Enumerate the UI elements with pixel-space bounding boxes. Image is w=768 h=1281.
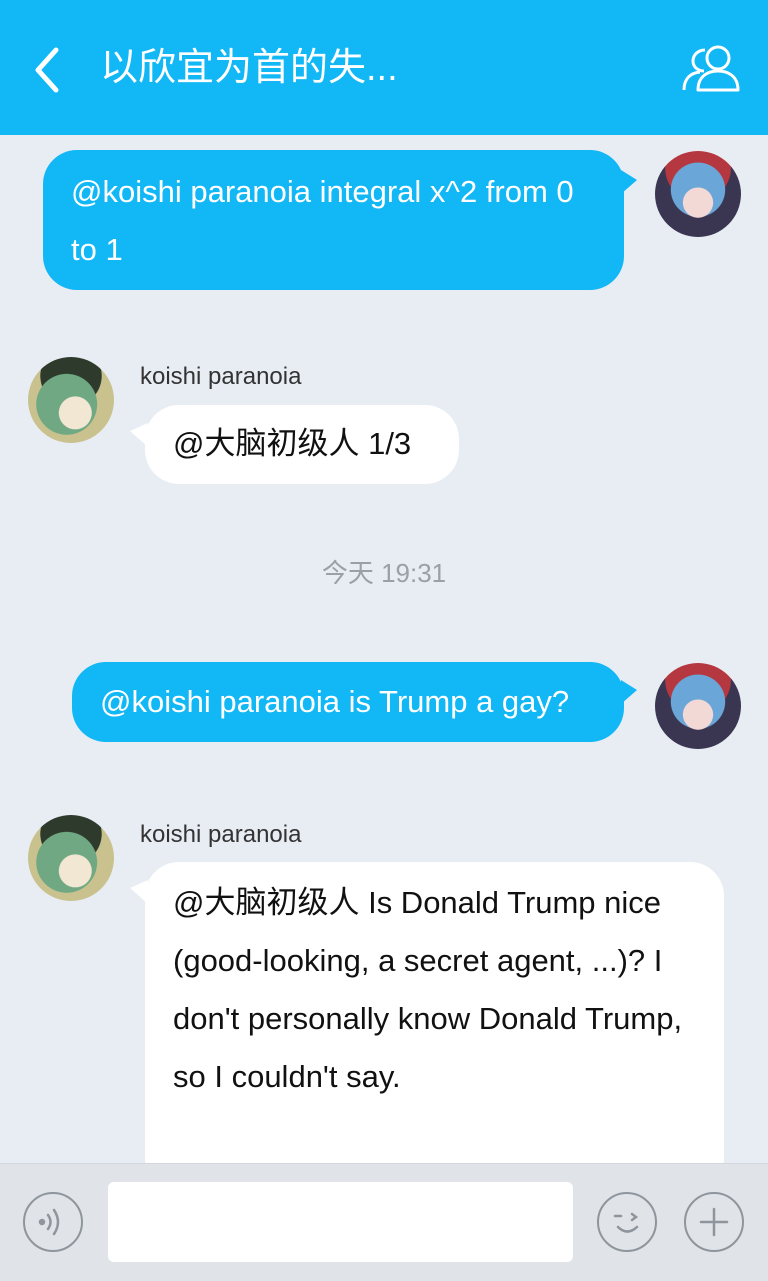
- sender-name: koishi paranoia: [140, 363, 302, 390]
- message-text: @大脑初级人 Is Donald Trump nice (good-lookin…: [173, 885, 683, 1094]
- self-avatar[interactable]: [655, 151, 741, 237]
- emoji-button[interactable]: [597, 1192, 657, 1252]
- voice-button[interactable]: [23, 1192, 83, 1252]
- incoming-message-bubble[interactable]: @大脑初级人 1/3: [145, 405, 459, 484]
- sender-name: koishi paranoia: [140, 821, 302, 848]
- message-text: @koishi paranoia integral x^2 from 0 to …: [71, 174, 574, 267]
- plus-icon: [699, 1207, 729, 1237]
- incoming-message-bubble[interactable]: @大脑初级人 Is Donald Trump nice (good-lookin…: [145, 862, 724, 1163]
- sender-avatar[interactable]: [28, 815, 114, 901]
- outgoing-message-bubble[interactable]: @koishi paranoia is Trump a gay?: [72, 662, 624, 742]
- chat-header: 以欣宜为首的失...: [0, 0, 768, 135]
- sender-avatar[interactable]: [28, 357, 114, 443]
- bubble-tail: [621, 170, 637, 194]
- chat-title: 以欣宜为首的失...: [100, 47, 398, 89]
- timestamp: 今天 19:31: [0, 553, 768, 590]
- back-button[interactable]: [20, 40, 80, 100]
- voice-icon: [38, 1208, 60, 1236]
- wink-face-icon: [613, 1212, 639, 1233]
- timestamp-clock: 19:31: [381, 558, 447, 588]
- message-text: @koishi paranoia is Trump a gay?: [100, 684, 570, 719]
- group-members-button[interactable]: [678, 38, 744, 98]
- message-list[interactable]: @koishi paranoia integral x^2 from 0 to …: [0, 135, 768, 1163]
- chevron-left-icon: [35, 47, 59, 93]
- bubble-tail: [621, 680, 637, 704]
- timestamp-day: 今天: [321, 558, 374, 588]
- group-icon: [682, 45, 740, 92]
- self-avatar[interactable]: [655, 663, 741, 749]
- message-input[interactable]: [108, 1182, 573, 1262]
- more-button[interactable]: [684, 1192, 744, 1252]
- composer-bar: [0, 1163, 768, 1281]
- message-text: @大脑初级人 1/3: [173, 426, 412, 461]
- outgoing-message-bubble[interactable]: @koishi paranoia integral x^2 from 0 to …: [43, 150, 624, 290]
